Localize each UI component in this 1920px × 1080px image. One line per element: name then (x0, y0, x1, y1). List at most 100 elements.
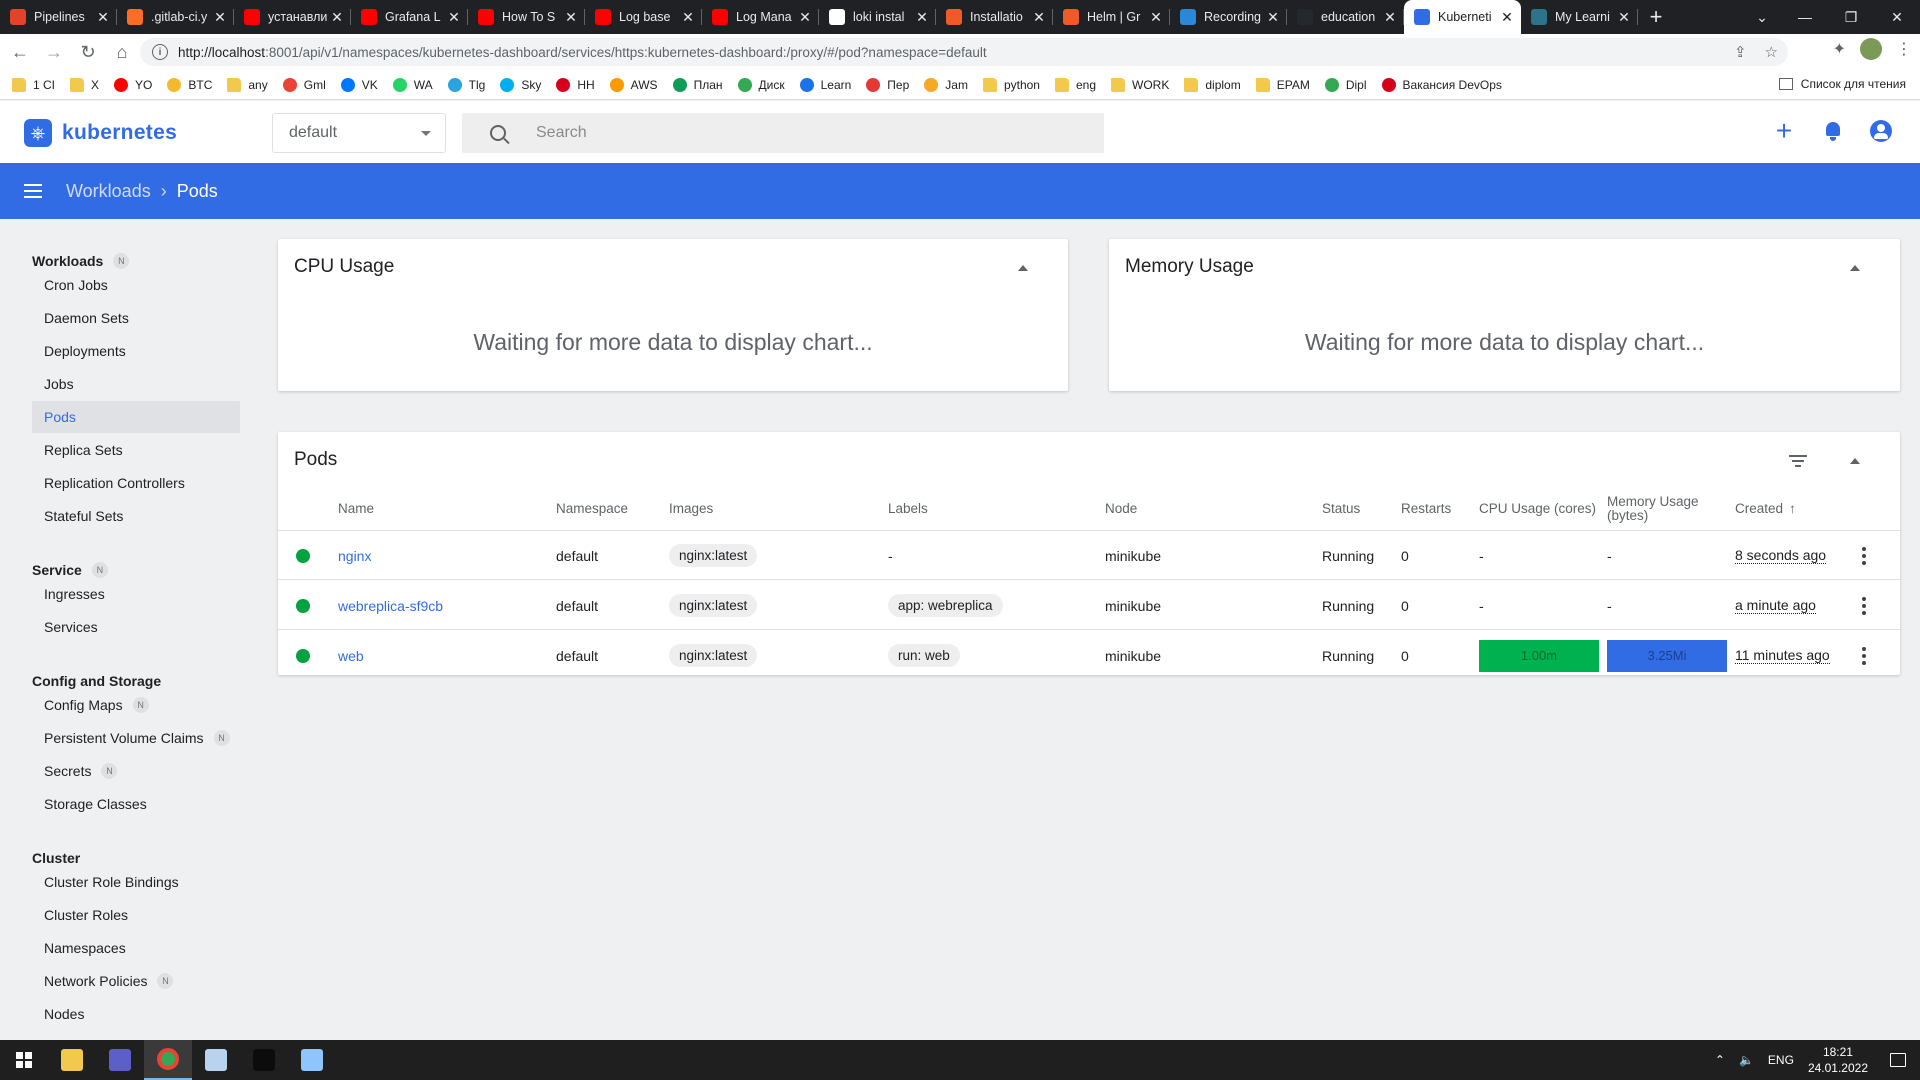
search-input[interactable] (536, 124, 1036, 142)
breadcrumb-workloads[interactable]: Workloads (66, 181, 151, 202)
sidebar-item-network-policies[interactable]: Network Policies N (32, 965, 240, 997)
back-button[interactable]: ← (6, 38, 34, 66)
bookmark-item[interactable]: План (672, 77, 723, 92)
menu-toggle-icon[interactable] (24, 184, 42, 198)
browser-tab[interactable]: Log Mana ✕ (702, 0, 819, 34)
bookmark-item[interactable]: VK (340, 77, 378, 92)
filter-icon[interactable] (1789, 455, 1807, 467)
row-actions-icon[interactable] (1862, 546, 1866, 565)
create-resource-button[interactable]: + (1772, 117, 1796, 145)
close-tab-icon[interactable]: ✕ (95, 9, 111, 26)
browser-tab[interactable]: Recording ✕ (1170, 0, 1287, 34)
bookmark-item[interactable]: BTC (167, 77, 212, 92)
kubernetes-logo[interactable]: ⎈ kubernetes (24, 119, 177, 147)
reading-list[interactable]: Список для чтения (1778, 77, 1906, 91)
sidebar-item-services[interactable]: Services (32, 611, 240, 643)
collapse-arrow-icon[interactable] (1850, 265, 1860, 271)
bookmark-item[interactable]: EPAM (1255, 77, 1310, 92)
browser-tab[interactable]: Kuberneti ✕ (1404, 0, 1521, 34)
profile-avatar[interactable] (1860, 38, 1882, 60)
close-tab-icon[interactable]: ✕ (329, 9, 345, 26)
clock[interactable]: 18:21 24.01.2022 (1808, 1044, 1868, 1076)
sidebar-item-replication-controllers[interactable]: Replication Controllers (32, 467, 240, 499)
minimize-button[interactable]: — (1782, 0, 1828, 34)
bookmark-item[interactable]: X (70, 77, 99, 92)
close-tab-icon[interactable]: ✕ (212, 9, 228, 26)
reload-button[interactable]: ↻ (74, 38, 102, 66)
home-button[interactable]: ⌂ (108, 38, 136, 66)
sidebar-item-jobs[interactable]: Jobs (32, 368, 240, 400)
close-tab-icon[interactable]: ✕ (1616, 9, 1632, 26)
bookmark-item[interactable]: WORK (1111, 77, 1169, 92)
close-tab-icon[interactable]: ✕ (1499, 9, 1515, 26)
browser-tab[interactable]: Grafana L ✕ (351, 0, 468, 34)
close-tab-icon[interactable]: ✕ (680, 9, 696, 26)
pod-name-link[interactable]: nginx (338, 548, 371, 564)
bookmark-item[interactable]: Пер (866, 77, 909, 92)
sidebar-item-replica-sets[interactable]: Replica Sets (32, 434, 240, 466)
taskbar-file-explorer[interactable] (48, 1040, 96, 1080)
browser-tab[interactable]: loki instal ✕ (819, 0, 936, 34)
close-tab-icon[interactable]: ✕ (1031, 9, 1047, 26)
close-tab-icon[interactable]: ✕ (797, 9, 813, 26)
input-language[interactable]: ENG (1768, 1053, 1794, 1067)
sidebar-item-nodes[interactable]: Nodes (32, 998, 240, 1030)
pod-name-link[interactable]: web (338, 648, 364, 664)
close-tab-icon[interactable]: ✕ (914, 9, 930, 26)
bookmark-item[interactable]: Jam (924, 77, 968, 92)
sidebar-item-deployments[interactable]: Deployments (32, 335, 240, 367)
bookmark-item[interactable]: HH (556, 77, 595, 92)
col-header-namespace[interactable]: Namespace (556, 488, 628, 530)
col-header-status[interactable]: Status (1322, 488, 1360, 530)
bookmark-item[interactable]: Learn (799, 77, 851, 92)
row-actions-icon[interactable] (1862, 596, 1866, 615)
sidebar-item-stateful-sets[interactable]: Stateful Sets (32, 500, 240, 532)
bookmark-item[interactable]: YO (114, 77, 152, 92)
sidebar-item-pods[interactable]: Pods (32, 401, 240, 433)
col-header-restarts[interactable]: Restarts (1401, 488, 1451, 530)
bookmark-item[interactable]: eng (1054, 77, 1096, 92)
forward-button[interactable]: → (40, 38, 68, 66)
browser-tab[interactable]: Installatio ✕ (936, 0, 1053, 34)
namespace-selector[interactable]: default (272, 113, 446, 153)
account-icon[interactable] (1870, 120, 1892, 142)
bookmark-item[interactable]: Sky (500, 77, 541, 92)
sidebar-item-cron-jobs[interactable]: Cron Jobs (32, 269, 240, 301)
bookmark-item[interactable]: 1 CI (12, 77, 55, 92)
sidebar-item-daemon-sets[interactable]: Daemon Sets (32, 302, 240, 334)
new-tab-button[interactable]: + (1638, 0, 1674, 34)
sidebar-section-service[interactable]: Service N (32, 562, 108, 578)
sidebar-item-namespaces[interactable]: Namespaces (32, 932, 240, 964)
col-header-memory[interactable]: Memory Usage (bytes) (1607, 488, 1699, 530)
tray-overflow-icon[interactable]: ⌃ (1715, 1053, 1725, 1067)
bookmark-item[interactable]: AWS (609, 77, 658, 92)
browser-tab[interactable]: устанавли ✕ (234, 0, 351, 34)
bookmark-item[interactable]: Dipl (1324, 77, 1367, 92)
bookmark-star-icon[interactable]: ☆ (1765, 43, 1778, 61)
sidebar-item-config-maps[interactable]: Config Maps N (32, 689, 240, 721)
taskbar-terminal[interactable] (240, 1040, 288, 1080)
taskbar-virtualbox[interactable] (192, 1040, 240, 1080)
sidebar-item-ingresses[interactable]: Ingresses (32, 578, 240, 610)
browser-tab[interactable]: Log base ✕ (585, 0, 702, 34)
sidebar-item-pvc[interactable]: Persistent Volume Claims N (32, 722, 240, 754)
notifications-icon[interactable] (1890, 1053, 1906, 1067)
sidebar-section-config-storage[interactable]: Config and Storage (32, 673, 161, 689)
pod-name-link[interactable]: webreplica-sf9cb (338, 598, 443, 614)
col-header-name[interactable]: Name (338, 488, 374, 530)
taskbar-chrome[interactable] (144, 1040, 192, 1080)
bookmark-item[interactable]: Gml (282, 77, 326, 92)
close-tab-icon[interactable]: ✕ (563, 9, 579, 26)
browser-tab[interactable]: My Learni ✕ (1521, 0, 1638, 34)
share-icon[interactable]: ⇪ (1734, 43, 1747, 61)
collapse-arrow-icon[interactable] (1850, 458, 1860, 464)
tab-search-icon[interactable]: ⌄ (1742, 0, 1782, 34)
browser-tab[interactable]: .gitlab-ci.y ✕ (117, 0, 234, 34)
sidebar-item-secrets[interactable]: Secrets N (32, 755, 240, 787)
bookmark-item[interactable]: Tlg (447, 77, 485, 92)
close-tab-icon[interactable]: ✕ (1148, 9, 1164, 26)
notifications-bell-icon[interactable] (1824, 121, 1842, 141)
sidebar-section-workloads[interactable]: Workloads N (32, 253, 130, 269)
taskbar-teams[interactable] (96, 1040, 144, 1080)
extensions-icon[interactable]: ✦ (1833, 39, 1846, 59)
